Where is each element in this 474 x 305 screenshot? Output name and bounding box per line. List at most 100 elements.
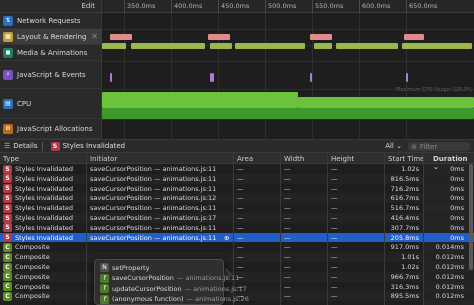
ruler-tick xyxy=(171,0,172,13)
column-initiator[interactable]: Initiator xyxy=(90,155,117,163)
timeline-track-2[interactable]: ▦ Layout & Rendering ✕ xyxy=(0,29,102,45)
table-row[interactable]: S Styles Invalidated saveCursorPosition — … xyxy=(0,193,474,204)
table-row[interactable]: S Styles Invalidated saveCursorPosition — … xyxy=(0,213,474,223)
cell-height: — xyxy=(331,204,338,213)
table-row[interactable]: S Styles Invalidated saveCursorPosition — … xyxy=(0,223,474,233)
cell-width: — xyxy=(284,253,291,262)
track-separator xyxy=(102,61,474,62)
record-type-breadcrumb[interactable]: S Styles Invalidated xyxy=(50,141,125,151)
timeline-track-1[interactable]: ⇅ Network Requests xyxy=(0,13,102,29)
cell-area: — xyxy=(237,263,244,271)
cell-width: — xyxy=(284,272,291,281)
column-width[interactable]: Width xyxy=(284,155,304,163)
filter-input[interactable]: ⊜ Filter xyxy=(408,142,470,151)
close-icon[interactable]: ✕ xyxy=(91,32,98,41)
timeline-track-5[interactable]: ▤ CPU xyxy=(0,89,102,119)
table-row[interactable]: S Styles Invalidated saveCursorPosition — … xyxy=(0,232,474,243)
details-breadcrumb[interactable]: ☰ Details xyxy=(4,142,38,150)
timeline-window: Edit ⇅ Network Requests ▦ Layout & Renderin… xyxy=(0,0,474,305)
cell-area: — xyxy=(237,165,244,173)
cell-start: 895.5ms xyxy=(390,292,419,301)
javascript-event-marker[interactable] xyxy=(310,73,312,82)
cell-start: 1.02s xyxy=(401,263,419,271)
javascript-event-marker[interactable] xyxy=(110,73,112,82)
cell-duration: 0ms xyxy=(450,223,464,232)
cell-initiator: saveCursorPosition — animations.js:11 xyxy=(90,233,217,242)
cpu-usage-area[interactable] xyxy=(102,92,298,108)
column-divider[interactable] xyxy=(423,153,424,305)
cell-width: — xyxy=(284,223,291,232)
track-separator xyxy=(102,29,474,30)
paint-record-bar[interactable] xyxy=(336,43,398,49)
cell-duration: 0.014ms xyxy=(435,243,464,252)
timeline-track-4[interactable]: ⚡ JavaScript & Events xyxy=(0,61,102,89)
table-row[interactable]: C Composite — — — 917.0ms 0.014ms xyxy=(0,242,474,252)
go-to-source-icon[interactable]: ⊕ xyxy=(224,234,229,242)
cell-duration: 0ms xyxy=(450,165,464,173)
paint-record-bar[interactable] xyxy=(210,43,232,49)
all-filter-select[interactable]: All ⌄ xyxy=(385,142,402,150)
table-row[interactable]: S Styles Invalidated saveCursorPosition — … xyxy=(0,164,474,174)
layout-record-bar[interactable] xyxy=(110,34,132,40)
cell-width: — xyxy=(284,214,291,222)
javascript-event-marker[interactable] xyxy=(406,73,408,82)
time-ruler[interactable]: 350.0ms 400.0ms 450.0ms 500.0ms 550.0ms 600.0… xyxy=(102,0,474,13)
grid-line xyxy=(359,13,360,139)
cell-area: — xyxy=(237,223,244,232)
layout-record-bar[interactable] xyxy=(208,34,230,40)
table-scrollbar[interactable] xyxy=(469,164,473,270)
ruler-tick xyxy=(218,0,219,13)
timeline-tracks[interactable]: Maximum CPU Usage: 120.0% xyxy=(102,13,474,139)
track-label: JavaScript Allocations xyxy=(17,124,93,133)
list-icon: ☰ xyxy=(4,142,11,150)
cell-type: Styles Invalidated xyxy=(15,233,74,242)
cell-initiator: saveCursorPosition — animations.js:17 xyxy=(90,214,217,222)
edit-button[interactable]: Edit xyxy=(81,2,95,10)
paint-record-bar[interactable] xyxy=(102,43,126,49)
javascript-event-marker[interactable] xyxy=(212,73,214,82)
column-start-time[interactable]: Start Time xyxy=(388,155,424,163)
cpu-usage-area[interactable] xyxy=(298,97,474,108)
layout-record-bar[interactable] xyxy=(404,34,424,40)
network-icon: ⇅ xyxy=(3,15,13,26)
layout-record-bar[interactable] xyxy=(310,34,332,40)
call-stack-frame[interactable]: NsetProperty xyxy=(100,263,152,272)
column-divider[interactable] xyxy=(86,153,87,305)
call-stack-frame[interactable]: f (anonymous function) — animations.js:26 xyxy=(100,294,249,304)
cell-type: Styles Invalidated xyxy=(15,223,74,232)
cell-duration: 0ms xyxy=(450,184,464,193)
table-row[interactable]: S Styles Invalidated saveCursorPosition — … xyxy=(0,184,474,194)
cpu-icon: ▤ xyxy=(3,98,13,109)
column-area[interactable]: Area xyxy=(237,155,253,163)
column-divider[interactable] xyxy=(327,153,328,305)
cell-start: 966.7ms xyxy=(390,272,419,281)
table-row[interactable]: C Composite — — — 1.02s 0.012ms xyxy=(0,262,474,272)
table-row[interactable]: S Styles Invalidated saveCursorPosition — … xyxy=(0,173,474,184)
ruler-tick xyxy=(359,0,360,13)
column-type[interactable]: Type xyxy=(3,155,19,163)
cell-initiator: saveCursorPosition — animations.js:11 xyxy=(90,174,217,183)
paint-record-bar[interactable] xyxy=(314,43,332,49)
call-stack-frame[interactable]: f saveCursorPosition — animations.js:11 xyxy=(100,273,239,283)
paint-record-bar[interactable] xyxy=(235,43,305,49)
column-height[interactable]: Height xyxy=(331,155,354,163)
table-row[interactable]: S Styles Invalidated saveCursorPosition — … xyxy=(0,203,474,213)
cpu-usage-lower[interactable] xyxy=(102,108,474,119)
cell-start: 917.0ms xyxy=(390,243,419,252)
cell-area: — xyxy=(237,204,244,213)
column-divider[interactable] xyxy=(384,153,385,305)
track-label: Media & Animations xyxy=(17,48,88,57)
cell-type: Composite xyxy=(15,243,50,252)
cell-type: Composite xyxy=(15,253,50,262)
column-divider[interactable] xyxy=(280,153,281,305)
timeline-track-6[interactable]: ⚙ JavaScript Allocations xyxy=(0,119,102,139)
paint-record-bar[interactable] xyxy=(131,43,205,49)
cell-start: 1.01s xyxy=(401,253,419,262)
paint-record-bar[interactable] xyxy=(402,43,472,49)
cell-area: — xyxy=(237,253,244,262)
timeline-track-3[interactable]: ◼ Media & Animations xyxy=(0,45,102,61)
table-row[interactable]: C Composite — — — 1.01s 0.012ms xyxy=(0,252,474,262)
cell-type: Styles Invalidated xyxy=(15,214,74,222)
cell-area: — xyxy=(237,174,244,183)
call-stack-frame[interactable]: f updateCursorPosition — animations.js:17 xyxy=(100,284,247,293)
